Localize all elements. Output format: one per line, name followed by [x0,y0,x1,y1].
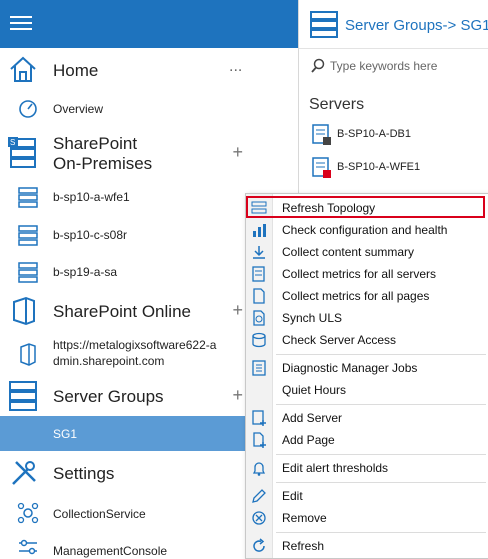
page-title: Server Groups-> SG1 [345,17,488,34]
bar-chart-icon [253,224,266,237]
add-server-group-button[interactable]: + [232,385,243,406]
hamburger-icon [10,16,32,30]
nav-overview-label: Overview [53,102,104,116]
more-options-button[interactable]: ... [229,58,242,76]
server-icon [18,262,38,283]
menu-item-label: Collect metrics for all servers [282,267,437,281]
menu-separator [276,354,486,355]
menu-item-add-server[interactable]: Add Server [246,407,488,429]
nav-sharepoint-online-label: SharePoint Online [53,302,191,321]
menu-item-label: Refresh [282,539,325,553]
menu-item-label: Remove [282,511,327,525]
page-header: Server Groups-> SG1 [299,0,488,49]
menu-item-label: Collect metrics for all pages [282,289,430,303]
home-icon [10,56,36,82]
menu-item-label: Diagnostic Manager Jobs [282,361,418,375]
bell-icon [252,462,266,476]
nav-settings-item-label: CollectionService [53,507,146,521]
nav-online-url-line1: https://metalogixsoftware622-a [53,338,217,352]
nav-settings-item-label: ManagementConsole [53,544,168,558]
menu-item-check-configuration[interactable]: Check configuration and health [246,219,488,241]
menu-separator [276,404,486,405]
gauge-icon [19,100,37,118]
nav-farm-item-label: b-sp10-a-wfe1 [53,190,130,204]
nav-home-label: Home [53,61,99,80]
nav-sharepoint-label-line2: On-Premises [53,154,153,173]
menu-item-collect-content-summary[interactable]: Collect content summary [246,241,488,263]
menu-item-label: Add Server [282,411,343,425]
server-farm-icon: S [8,137,36,168]
server-icon [18,225,38,246]
menu-item-quiet-hours[interactable]: Quiet Hours [246,379,488,401]
job-list-icon [252,360,266,376]
nav-sharepoint-label-line1: SharePoint [53,134,138,153]
menu-item-synch-uls[interactable]: Synch ULS [246,307,488,329]
menu-item-check-server-access[interactable]: Check Server Access [246,329,488,351]
server-name: B-SP10-A-DB1 [337,128,411,140]
server-name: B-SP10-A-WFE1 [337,161,421,173]
nav-online-url-line2: dmin.sharepoint.com [53,354,165,368]
nav-sg1-label: SG1 [53,427,78,441]
search-input[interactable]: Type keywords here [330,59,437,73]
nav-settings-label: Settings [53,464,115,483]
page-metrics-icon [253,288,265,304]
office-icon [20,343,36,366]
menu-item-label: Check Server Access [282,333,397,347]
service-icon [17,502,39,524]
nav-farm-item-label: b-sp19-a-sa [53,265,118,279]
nav-item-home[interactable]: Home ... [0,52,298,88]
menu-item-diagnostic-manager-jobs[interactable]: Diagnostic Manager Jobs [246,357,488,379]
server-status-icon [312,124,331,145]
server-groups-icon [9,381,37,411]
menu-item-label: Synch ULS [282,311,343,325]
servers-heading: Servers [309,96,365,113]
menu-item-label: Collect content summary [282,245,415,259]
menu-separator [276,532,486,533]
pencil-icon [252,489,266,503]
server-list-item[interactable]: B-SP10-A-WFE1 [311,155,488,181]
server-metrics-icon [252,266,265,282]
add-farm-button[interactable]: + [232,142,243,163]
menu-item-remove[interactable]: Remove [246,507,488,529]
sliders-icon [19,539,37,555]
add-page-icon [253,432,266,448]
svg-text:S: S [10,138,15,147]
menu-item-edit[interactable]: Edit [246,485,488,507]
hamburger-menu-button[interactable] [0,0,298,48]
highlight-box [246,196,485,218]
menu-separator [276,454,486,455]
menu-separator [276,482,486,483]
menu-item-label: Quiet Hours [282,383,347,397]
search-box[interactable]: Type keywords here [308,55,488,77]
search-icon [311,58,325,73]
server-groups-icon [310,11,338,38]
add-server-icon [252,410,266,426]
menu-item-collect-metrics-pages[interactable]: Collect metrics for all pages [246,285,488,307]
add-online-tenant-button[interactable]: + [232,300,243,321]
office-icon [13,296,35,326]
context-menu: Refresh Topology Check configuration and… [245,193,488,559]
nav-item-overview[interactable]: Overview [0,96,298,120]
menu-item-add-page[interactable]: Add Page [246,429,488,451]
server-error-icon [312,157,331,178]
sync-document-icon [253,310,265,326]
menu-item-label: Edit alert thresholds [282,461,389,475]
download-icon [253,246,265,259]
server-list-item[interactable]: B-SP10-A-DB1 [311,122,488,148]
refresh-icon [253,538,265,552]
menu-item-label: Add Page [282,433,335,447]
menu-item-edit-alert-thresholds[interactable]: Edit alert thresholds [246,457,488,479]
database-icon [252,332,266,348]
menu-item-label: Edit [282,489,303,503]
remove-icon [252,511,266,525]
server-icon [18,187,38,208]
menu-item-refresh[interactable]: Refresh [246,535,488,557]
nav-server-groups-label: Server Groups [53,387,164,406]
nav-item-sharepoint-onpremises[interactable]: S SharePoint On-Premises + [0,132,298,176]
menu-item-collect-metrics-servers[interactable]: Collect metrics for all servers [246,263,488,285]
menu-item-label: Check configuration and health [282,223,448,237]
tools-icon [12,461,36,485]
nav-farm-item-label: b-sp10-c-s08r [53,228,128,242]
